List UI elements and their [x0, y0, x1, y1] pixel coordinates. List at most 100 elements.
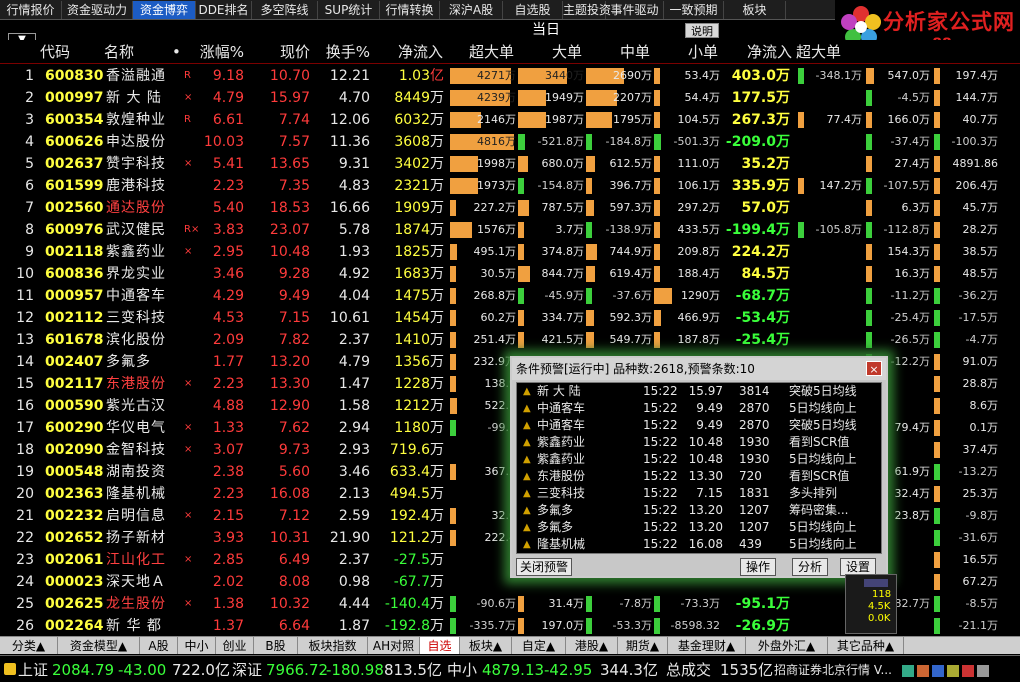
alert-item[interactable]: ▲ 多氟多 15:22 13.20 1207 筹码密集...	[517, 502, 883, 519]
table-row[interactable]: 12 002112 三变科技 4.53 7.15 10.61 1454万 60.2万 334.7…	[0, 307, 1020, 329]
table-row[interactable]: 6 601599 鹿港科技 2.23 7.35 4.83 2321万 1973万 -154.8万…	[0, 175, 1020, 197]
stock-code[interactable]: 002090	[45, 439, 105, 461]
stock-code[interactable]: 002363	[45, 483, 105, 505]
bottom-tab[interactable]: 外盘外汇▲	[746, 637, 828, 654]
alert-item[interactable]: ▲ 多氟多 15:22 13.20 1207 5日均线向上	[517, 519, 883, 536]
stock-code[interactable]: 002232	[45, 505, 105, 527]
stock-name[interactable]: 多氟多	[106, 351, 178, 373]
top-menu-item[interactable]: SUP统计	[318, 1, 380, 19]
stock-code[interactable]: 002560	[45, 197, 105, 219]
table-row[interactable]: 10 600836 界龙实业 3.46 9.28 4.92 1683万 30.5万 844.7万…	[0, 263, 1020, 285]
column-header[interactable]: 大单	[516, 40, 582, 64]
table-row[interactable]: 2 000997 新 大 陆 × 4.79 15.97 4.70 8449万 4239万 1949…	[0, 87, 1020, 109]
tray-icon[interactable]	[917, 665, 929, 677]
stock-name[interactable]: 赞宇科技	[106, 153, 178, 175]
stock-code[interactable]: 002112	[45, 307, 105, 329]
column-header[interactable]: 超大单	[796, 40, 841, 64]
tray-icon[interactable]	[962, 665, 974, 677]
stock-name[interactable]: 江山化工	[106, 549, 178, 571]
table-row[interactable]: 1 600830 香溢融通 R 9.18 10.70 12.21 1.03亿 4271万 3440…	[0, 65, 1020, 87]
bottom-tab[interactable]: 期货▲	[618, 637, 668, 654]
stock-name[interactable]: 扬子新材	[106, 527, 178, 549]
table-row[interactable]: 13 601678 滨化股份 2.09 7.82 2.37 1410万 251.4万 421.5…	[0, 329, 1020, 351]
alert-item[interactable]: ▲ 紫鑫药业 15:22 10.48 1930 5日均线向上	[517, 451, 883, 468]
stock-code[interactable]: 601678	[45, 329, 105, 351]
alert-item[interactable]: ▲ 隆基机械 15:22 16.08 439 5日均线向上	[517, 536, 883, 553]
top-menu-item[interactable]: 行情转换	[380, 1, 440, 19]
table-row[interactable]: 11 000957 中通客车 4.29 9.49 4.04 1475万 268.8万 -45.9…	[0, 285, 1020, 307]
operate-button[interactable]: 操作	[740, 558, 776, 576]
stock-code[interactable]: 600976	[45, 219, 105, 241]
bottom-tab[interactable]: 自选	[420, 637, 460, 654]
table-row[interactable]: 4 600626 申达股份 10.03 7.57 11.36 3608万 4816万 -521.…	[0, 131, 1020, 153]
column-header[interactable]: 净流入	[720, 40, 792, 64]
alert-item[interactable]: ▲ 三变科技 15:22 7.15 1831 多头排列	[517, 485, 883, 502]
top-menu-item[interactable]: DDE排名	[196, 1, 252, 19]
bottom-tab[interactable]: AH对照	[368, 637, 420, 654]
close-icon[interactable]: ×	[866, 361, 882, 376]
table-row[interactable]: 8 600976 武汉健民 R× 3.83 23.07 5.78 1874万 1576万 3.7万…	[0, 219, 1020, 241]
tray-icon[interactable]	[932, 665, 944, 677]
stock-code[interactable]: 002118	[45, 241, 105, 263]
stock-name[interactable]: 华仪电气	[106, 417, 178, 439]
stock-name[interactable]: 隆基机械	[106, 483, 178, 505]
stock-code[interactable]: 002625	[45, 593, 105, 615]
column-header[interactable]: 换手%	[312, 40, 370, 64]
stock-name[interactable]: 湖南投资	[106, 461, 178, 483]
stock-name[interactable]: 紫鑫药业	[106, 241, 178, 263]
stock-name[interactable]: 鹿港科技	[106, 175, 178, 197]
table-row[interactable]: 3 600354 敦煌种业 R 6.61 7.74 12.06 6032万 2146万 1987万…	[0, 109, 1020, 131]
top-menu-item[interactable]: 事件驱动	[606, 1, 664, 19]
top-menu-item[interactable]: 深沪A股	[440, 1, 503, 19]
stock-name[interactable]: 新 华 都	[106, 615, 178, 637]
top-menu-item[interactable]: 资金驱动力	[62, 1, 133, 19]
bottom-tab[interactable]: 港股▲	[566, 637, 618, 654]
stock-name[interactable]: 通达股份	[106, 197, 178, 219]
stock-name[interactable]: 龙生股份	[106, 593, 178, 615]
alert-item[interactable]: ▲ 中通客车 15:22 9.49 2870 突破5日均线	[517, 417, 883, 434]
mini-quote-panel[interactable]: 118 4.5K 0.0K	[845, 574, 897, 634]
stock-name[interactable]: 申达股份	[106, 131, 178, 153]
bottom-tab[interactable]: A股	[140, 637, 178, 654]
alert-item[interactable]: ▲ 紫鑫药业 15:22 10.48 1930 看到SCR值	[517, 434, 883, 451]
top-menu-item[interactable]: 行情报价	[0, 1, 62, 19]
column-header[interactable]: 超大单	[448, 40, 514, 64]
stock-code[interactable]: 002652	[45, 527, 105, 549]
bottom-tab[interactable]: 板块指数	[298, 637, 368, 654]
bottom-tab[interactable]: 板块▲	[460, 637, 512, 654]
stock-name[interactable]: 新 大 陆	[106, 87, 178, 109]
column-header[interactable]: 中单	[584, 40, 650, 64]
table-row[interactable]: 7 002560 通达股份 5.40 18.53 16.66 1909万 227.2万 787.…	[0, 197, 1020, 219]
stock-code[interactable]: 600830	[45, 65, 105, 87]
stock-code[interactable]: 002061	[45, 549, 105, 571]
bottom-tab[interactable]: 自定▲	[512, 637, 566, 654]
stock-code[interactable]: 600354	[45, 109, 105, 131]
column-header[interactable]: 小单	[652, 40, 718, 64]
stock-name[interactable]: 界龙实业	[106, 263, 178, 285]
top-menu-item[interactable]: 一致预期	[664, 1, 724, 19]
alert-item[interactable]: ▲ 新 大 陆 15:22 15.97 3814 突破5日均线	[517, 383, 883, 400]
alert-item[interactable]: ▲ 中通客车 15:22 9.49 2870 5日均线向上	[517, 400, 883, 417]
column-header[interactable]: •	[172, 40, 182, 64]
stock-code[interactable]: 002117	[45, 373, 105, 395]
stock-code[interactable]: 000590	[45, 395, 105, 417]
stock-code[interactable]: 600836	[45, 263, 105, 285]
stock-code[interactable]: 600290	[45, 417, 105, 439]
column-header[interactable]: 净流入	[375, 40, 443, 64]
explain-button[interactable]: 说明	[685, 23, 719, 38]
column-header[interactable]: 代码	[40, 40, 78, 64]
top-menu-item[interactable]: 自选股	[503, 1, 563, 19]
stock-code[interactable]: 002264	[45, 615, 105, 637]
tray-icon[interactable]	[947, 665, 959, 677]
stock-name[interactable]: 东港股份	[106, 373, 178, 395]
stock-name[interactable]: 武汉健民	[106, 219, 178, 241]
stock-code[interactable]: 600626	[45, 131, 105, 153]
stock-name[interactable]: 敦煌种业	[106, 109, 178, 131]
alert-item[interactable]: ▲ 东港股份 15:22 13.30 720 看到SCR值	[517, 468, 883, 485]
stock-code[interactable]: 002407	[45, 351, 105, 373]
bottom-tab[interactable]: 创业	[216, 637, 254, 654]
tray-icon[interactable]	[977, 665, 989, 677]
stock-code[interactable]: 002637	[45, 153, 105, 175]
bottom-tab[interactable]: 资金模型▲	[58, 637, 140, 654]
column-header[interactable]: 涨幅%	[196, 40, 244, 64]
